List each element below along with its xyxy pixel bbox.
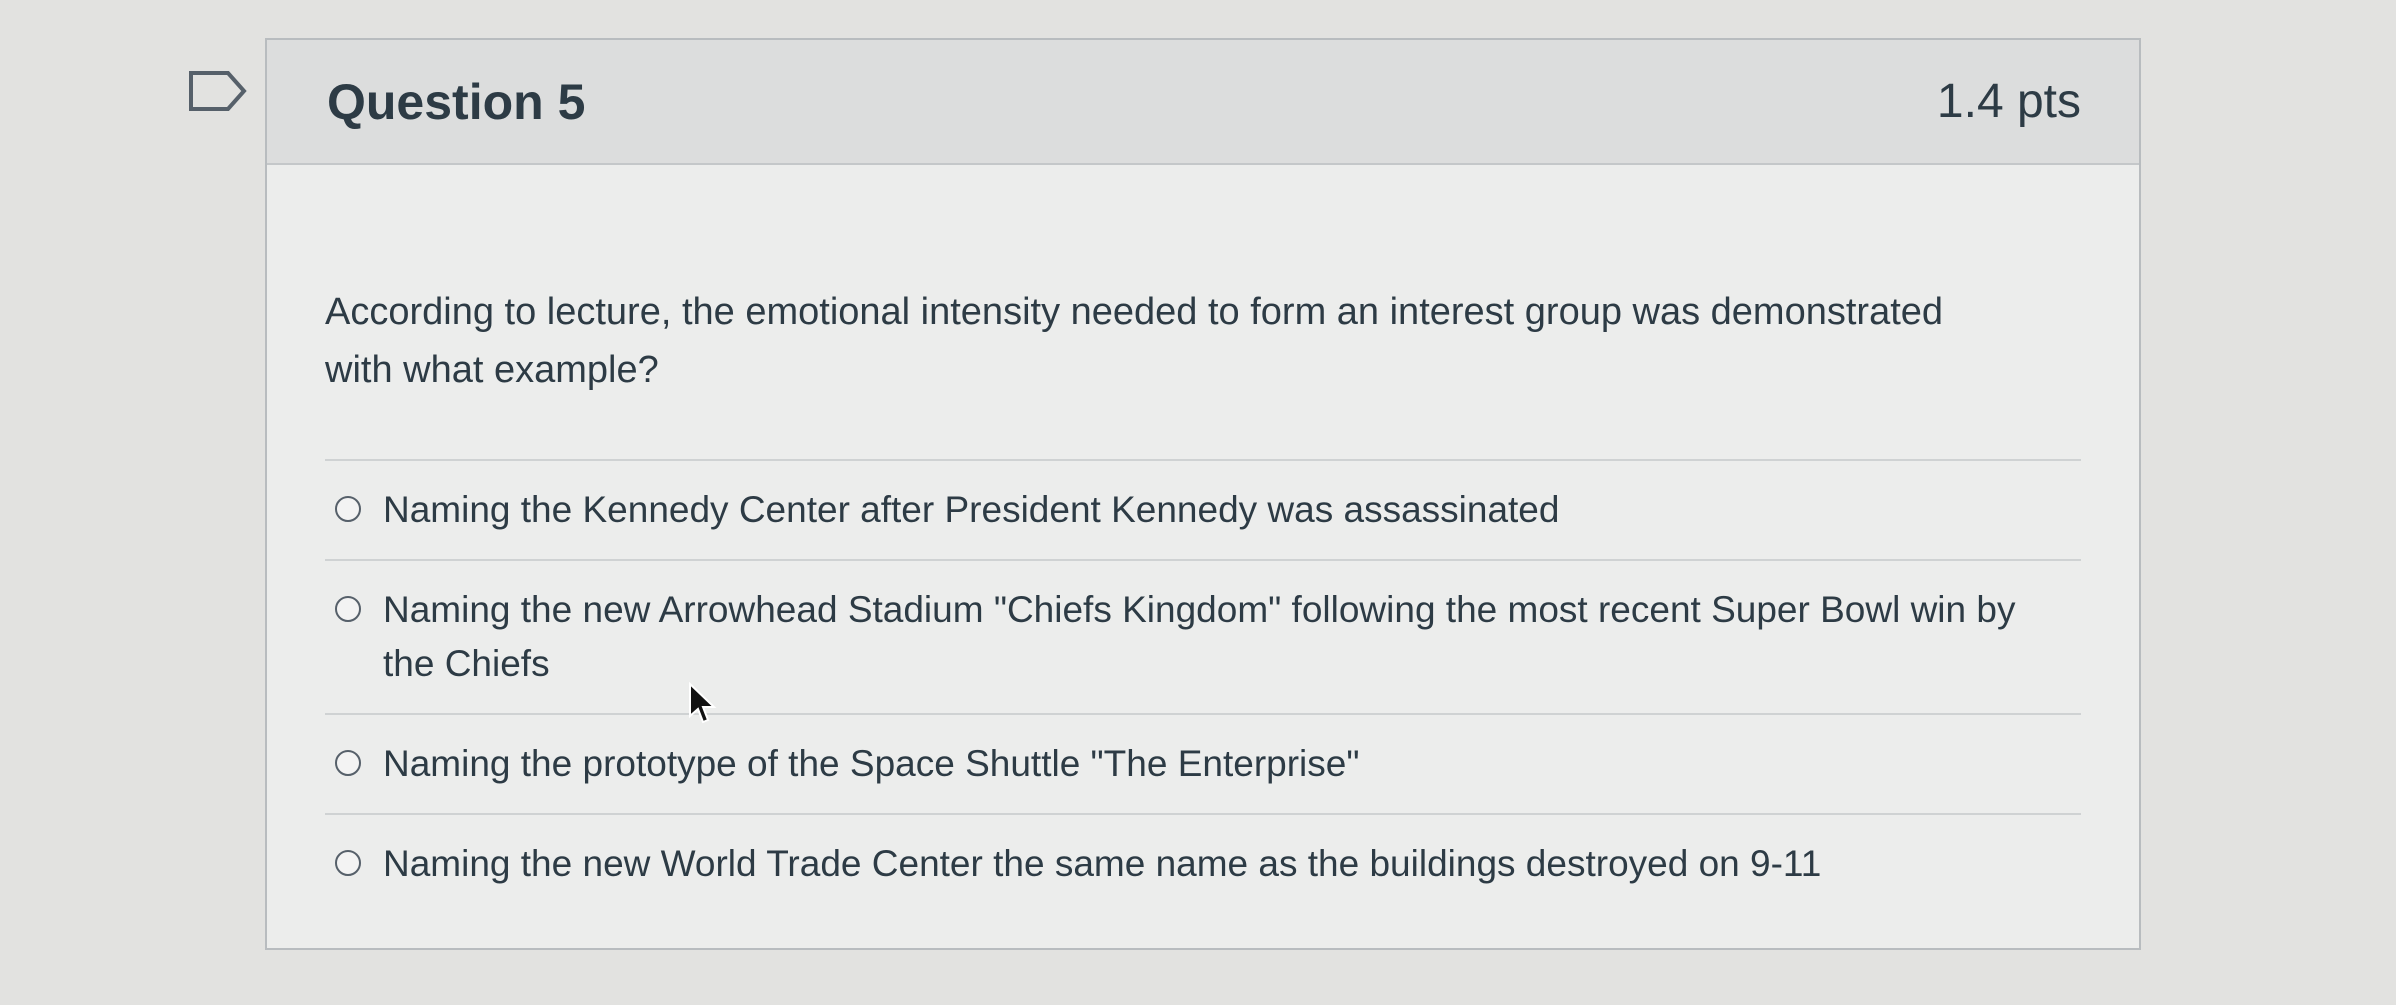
question-header: Question 5 1.4 pts [267, 40, 2139, 165]
radio-button-icon[interactable] [335, 750, 361, 776]
mouse-pointer-icon [689, 682, 717, 724]
answer-label[interactable]: Naming the new World Trade Center the sa… [383, 837, 1821, 891]
question-text: According to lecture, the emotional inte… [325, 291, 1944, 391]
flag-question-icon[interactable] [188, 70, 248, 112]
question-body: According to lecture, the emotional inte… [267, 165, 2139, 913]
answer-option-4[interactable]: Naming the new World Trade Center the sa… [325, 815, 2081, 913]
answer-label[interactable]: Naming the new Arrowhead Stadium "Chiefs… [383, 583, 2063, 691]
question-card: Question 5 1.4 pts According to lecture,… [265, 38, 2141, 950]
question-title: Question 5 [327, 73, 586, 130]
answer-label[interactable]: Naming the Kennedy Center after Presiden… [383, 483, 1559, 537]
question-points: 1.4 pts [1936, 75, 2081, 128]
answer-label[interactable]: Naming the prototype of the Space Shuttl… [383, 737, 1360, 791]
radio-button-icon[interactable] [335, 850, 361, 876]
answer-option-2[interactable]: Naming the new Arrowhead Stadium "Chiefs… [325, 561, 2081, 715]
answer-list: Naming the Kennedy Center after Presiden… [325, 459, 2081, 913]
answer-option-1[interactable]: Naming the Kennedy Center after Presiden… [325, 461, 2081, 561]
radio-button-icon[interactable] [335, 596, 361, 622]
radio-button-icon[interactable] [335, 496, 361, 522]
answer-option-3[interactable]: Naming the prototype of the Space Shuttl… [325, 715, 2081, 815]
